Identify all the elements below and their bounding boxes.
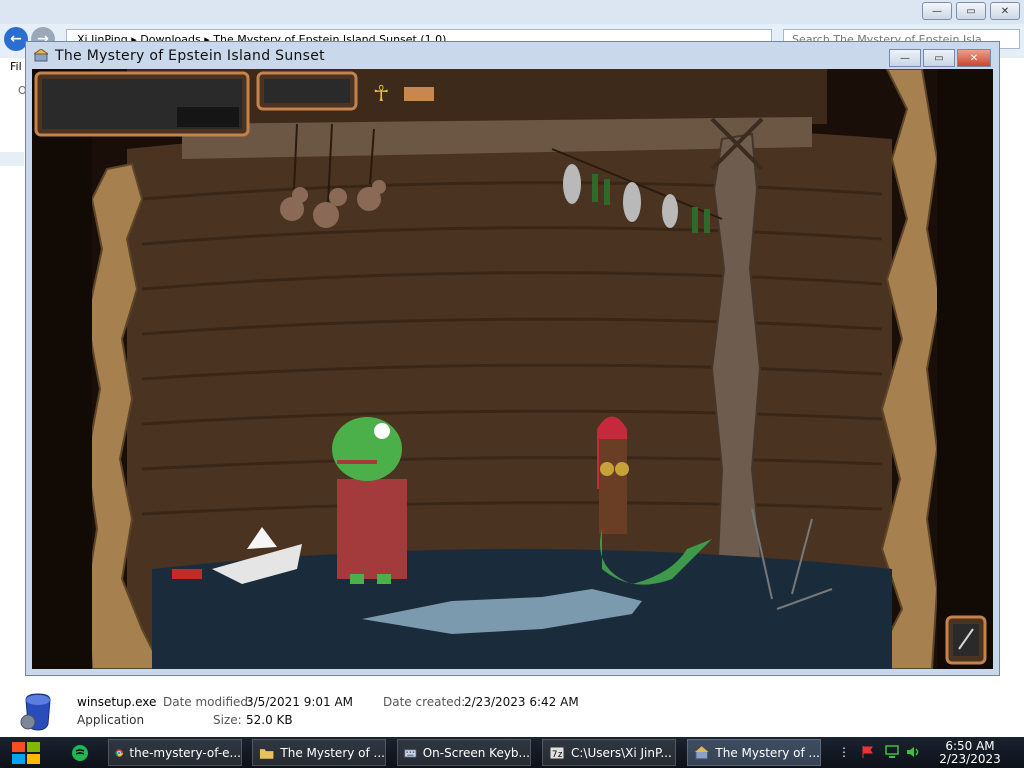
chrome-icon [115, 748, 123, 757]
taskbar-item-label: The Mystery of ... [715, 745, 820, 760]
taskbar-item[interactable]: the-mystery-of-e... [108, 739, 242, 766]
network-icon[interactable] [882, 741, 902, 763]
taskbar-clock[interactable]: 6:50 AM 2/23/2023 [935, 740, 1005, 766]
ankh-icon[interactable]: ☥ [373, 82, 389, 107]
start-button[interactable] [10, 740, 42, 766]
keyboard-icon [404, 748, 417, 757]
game-close-button[interactable]: ✕ [957, 49, 991, 67]
file-name: winsetup.exe [77, 695, 157, 709]
taskbar: the-mystery-of-e... The Mystery of ... O… [0, 737, 1024, 768]
date-created-label: Date created: [383, 695, 466, 709]
game-window-icon [694, 745, 709, 759]
date-created-value: 2/23/2023 6:42 AM [464, 695, 579, 709]
game-app-icon [34, 49, 48, 62]
taskbar-item-label: The Mystery of ... [280, 745, 385, 760]
frog-character[interactable] [332, 417, 407, 584]
back-arrow-icon: ← [10, 31, 22, 47]
inventory-button[interactable] [945, 615, 987, 665]
action-center-flag-icon[interactable] [858, 741, 878, 763]
wooden-post [710, 132, 764, 580]
game-maximize-button[interactable]: ▭ [923, 49, 955, 67]
explorer-titlebar: — ▭ ✕ [0, 0, 1024, 24]
size-value: 52.0 KB [246, 713, 293, 727]
game-window-title: The Mystery of Epstein Island Sunset [55, 48, 325, 64]
date-modified-value: 3/5/2021 9:01 AM [246, 695, 354, 709]
taskbar-item-label: the-mystery-of-e... [129, 745, 241, 760]
green-app-icon [72, 744, 88, 761]
sidebar-highlight [0, 152, 24, 166]
file-type: Application [77, 713, 145, 727]
taskbar-item-label: On-Screen Keyb... [422, 745, 530, 760]
pinned-app-button[interactable] [62, 739, 98, 766]
folder-icon [259, 748, 274, 759]
hud-counter-panel [256, 71, 358, 111]
setup-exe-icon[interactable] [18, 690, 60, 732]
game-scene[interactable]: ☥ [32, 69, 993, 669]
game-window[interactable]: The Mystery of Epstein Island Sunset — ▭… [25, 41, 1000, 676]
svg-text:7z: 7z [552, 750, 563, 760]
size-label: Size: [213, 713, 242, 727]
explorer-close-button[interactable]: ✕ [990, 2, 1020, 20]
taskbar-item-label: C:\Users\Xi JinP... [571, 745, 672, 760]
taskbar-item[interactable]: The Mystery of ... [687, 739, 821, 766]
game-window-controls: — ▭ ✕ [889, 49, 991, 67]
crab-item-icon[interactable] [404, 87, 434, 101]
explorer-minimize-button[interactable]: — [922, 2, 952, 20]
explorer-maximize-button[interactable]: ▭ [956, 2, 986, 20]
archive-icon: 7z [549, 746, 565, 760]
explorer-window-controls: — ▭ ✕ [922, 2, 1020, 20]
game-titlebar[interactable]: The Mystery of Epstein Island Sunset — ▭… [26, 42, 999, 70]
file-menu[interactable]: Fil [10, 60, 22, 73]
volume-icon[interactable] [904, 741, 924, 763]
tray-overflow-icon[interactable]: ⋮ [834, 741, 854, 763]
taskbar-item[interactable]: 7z C:\Users\Xi JinP... [542, 739, 676, 766]
game-minimize-button[interactable]: — [889, 49, 921, 67]
date-modified-label: Date modified: [163, 695, 253, 709]
game-scene-canvas[interactable]: ☥ [32, 69, 993, 669]
taskbar-item[interactable]: On-Screen Keyb... [397, 739, 531, 766]
hud-status-panel [34, 71, 250, 137]
clock-date: 2/23/2023 [939, 752, 1001, 766]
red-crab[interactable] [172, 569, 202, 579]
taskbar-item[interactable]: The Mystery of ... [252, 739, 386, 766]
